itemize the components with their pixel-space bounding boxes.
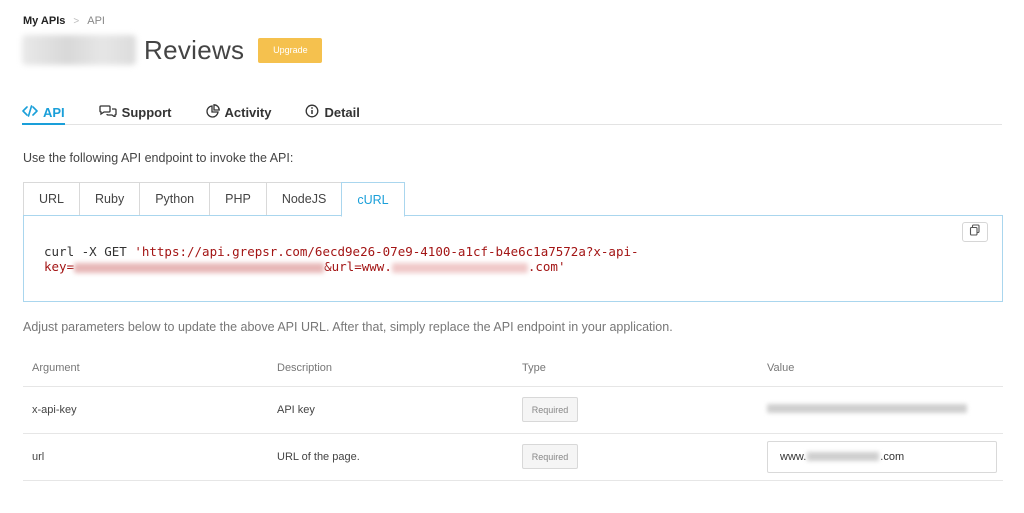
chat-bubbles-icon (99, 104, 117, 120)
table-row: url URL of the page. Required www. .com (23, 433, 1003, 481)
lang-tab-php[interactable]: PHP (209, 182, 266, 216)
copy-icon (969, 223, 981, 241)
blurred-api-key-value (767, 403, 967, 413)
tab-activity[interactable]: Activity (205, 100, 272, 124)
blurred-api-name (22, 35, 136, 65)
blurred-domain (391, 262, 528, 273)
lang-tab-url[interactable]: URL (23, 182, 80, 216)
url-value-input[interactable]: www. .com (767, 440, 997, 473)
header-type: Type (513, 350, 758, 387)
code-key-label: key= (44, 259, 75, 274)
table-row: x-api-key API key Required (23, 386, 1003, 434)
language-tabs: URL Ruby Python PHP NodeJS cURL (23, 182, 405, 217)
description-cell: API key (268, 386, 513, 434)
url-value-suffix: .com (880, 450, 905, 463)
page-title: Reviews (144, 34, 245, 65)
lang-tab-ruby[interactable]: Ruby (79, 182, 140, 216)
required-badge: Required (522, 444, 578, 469)
header-description: Description (268, 350, 513, 387)
pie-chart-icon (205, 103, 220, 121)
lang-tab-curl[interactable]: cURL (341, 182, 405, 217)
title-row: Reviews Upgrade (22, 34, 323, 66)
curl-code: curl -X GET 'https://api.grepsr.com/6ecd… (44, 244, 639, 274)
argument-cell: url (23, 433, 268, 481)
blurred-api-key (74, 262, 325, 273)
required-badge: Required (522, 397, 578, 422)
type-cell: Required (513, 433, 758, 481)
code-url-end: .com' (527, 259, 566, 274)
code-prefix: curl -X GET (44, 244, 135, 259)
argument-cell: x-api-key (23, 386, 268, 434)
header-argument: Argument (23, 350, 268, 387)
main-tabs: API Support Activity Detail (22, 100, 1002, 125)
code-url-line1: 'https://api.grepsr.com/6ecd9e26-07e9-41… (134, 244, 639, 259)
lang-tab-nodejs[interactable]: NodeJS (265, 182, 342, 216)
breadcrumb-my-apis[interactable]: My APIs (23, 15, 65, 27)
tab-support-label: Support (121, 104, 172, 120)
tab-api[interactable]: API (22, 100, 65, 125)
intro-text: Use the following API endpoint to invoke… (23, 151, 294, 165)
breadcrumb-separator: > (73, 15, 80, 27)
tab-support[interactable]: Support (99, 100, 172, 124)
copy-button[interactable] (962, 222, 988, 242)
parameters-table: Argument Description Type Value x-api-ke… (23, 350, 1003, 481)
table-header-row: Argument Description Type Value (23, 350, 1003, 387)
upgrade-button[interactable]: Upgrade (258, 37, 323, 63)
value-cell: www. .com (758, 433, 1003, 481)
tab-detail-label: Detail (324, 104, 360, 120)
url-value-prefix: www. (780, 450, 807, 463)
code-icon (22, 104, 38, 120)
code-snippet-box: curl -X GET 'https://api.grepsr.com/6ecd… (23, 215, 1003, 302)
code-url-mid: &url=www. (324, 259, 392, 274)
header-value: Value (758, 350, 1003, 387)
breadcrumb: My APIs > API (23, 15, 105, 27)
tab-detail[interactable]: Detail (305, 100, 360, 124)
lang-tab-python[interactable]: Python (139, 182, 210, 216)
tab-activity-label: Activity (224, 104, 272, 120)
value-cell (758, 386, 1003, 434)
info-circle-icon (305, 104, 319, 121)
tab-api-label: API (43, 104, 65, 120)
description-cell: URL of the page. (268, 433, 513, 481)
blurred-url-domain (807, 452, 880, 461)
type-cell: Required (513, 386, 758, 434)
breadcrumb-current: API (87, 15, 105, 27)
adjust-params-text: Adjust parameters below to update the ab… (23, 320, 673, 334)
